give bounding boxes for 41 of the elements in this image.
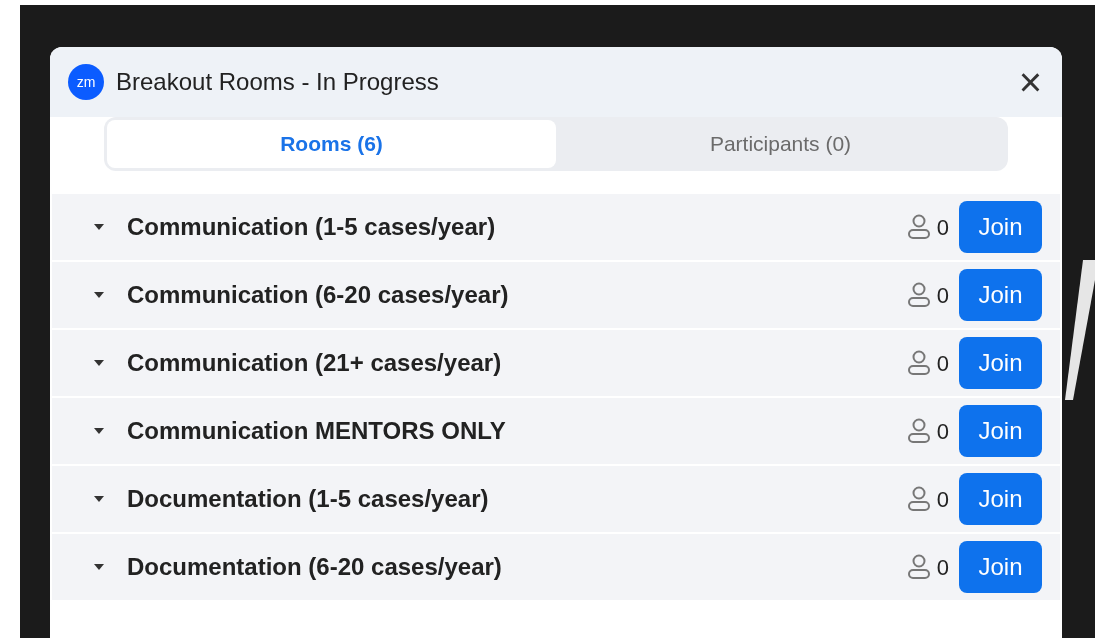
caret-icon [94, 496, 104, 502]
caret-icon [94, 428, 104, 434]
app-logo: zm [68, 64, 104, 100]
close-button[interactable]: × [1018, 62, 1042, 102]
caret-icon [94, 564, 104, 570]
window-title: Breakout Rooms - In Progress [116, 67, 439, 97]
participant-count: 0 [936, 485, 949, 514]
room-row[interactable]: Communication (1-5 cases/year) 0 Join [52, 194, 1060, 260]
join-button[interactable]: Join [959, 269, 1042, 321]
room-name: Communication (6-20 cases/year) [127, 280, 509, 310]
tab[interactable]: Participants (0) [556, 120, 1005, 168]
join-button[interactable]: Join [959, 541, 1042, 593]
room-row[interactable]: Documentation (1-5 cases/year) 0 Join [52, 466, 1060, 532]
room-row[interactable]: Communication (21+ cases/year) 0 Join [52, 330, 1060, 396]
person-icon [906, 418, 931, 444]
caret-icon [94, 224, 104, 230]
participant-count: 0 [936, 349, 949, 378]
participant-count: 0 [936, 553, 949, 582]
room-name: Communication MENTORS ONLY [127, 416, 506, 446]
person-icon [906, 486, 931, 512]
room-name: Documentation (1-5 cases/year) [127, 484, 489, 514]
person-icon [906, 214, 931, 240]
participant-count: 0 [936, 213, 949, 242]
person-icon [906, 282, 931, 308]
room-name: Communication (1-5 cases/year) [127, 212, 496, 242]
room-row[interactable]: Communication (6-20 cases/year) 0 Join [52, 262, 1060, 328]
join-button[interactable]: Join [959, 337, 1042, 389]
join-button[interactable]: Join [959, 405, 1042, 457]
participant-count: 0 [936, 281, 949, 310]
tab[interactable]: Rooms (6) [107, 120, 556, 168]
join-button[interactable]: Join [959, 473, 1042, 525]
room-name: Documentation (6-20 cases/year) [127, 552, 502, 582]
room-name: Communication (21+ cases/year) [127, 348, 502, 378]
room-row[interactable]: Communication MENTORS ONLY 0 Join [52, 398, 1060, 464]
person-icon [906, 350, 931, 376]
caret-icon [94, 360, 104, 366]
participant-count: 0 [936, 417, 949, 446]
join-button[interactable]: Join [959, 201, 1042, 253]
person-icon [906, 554, 931, 580]
caret-icon [94, 292, 104, 298]
room-row[interactable]: Documentation (6-20 cases/year) 0 Join [52, 534, 1060, 600]
